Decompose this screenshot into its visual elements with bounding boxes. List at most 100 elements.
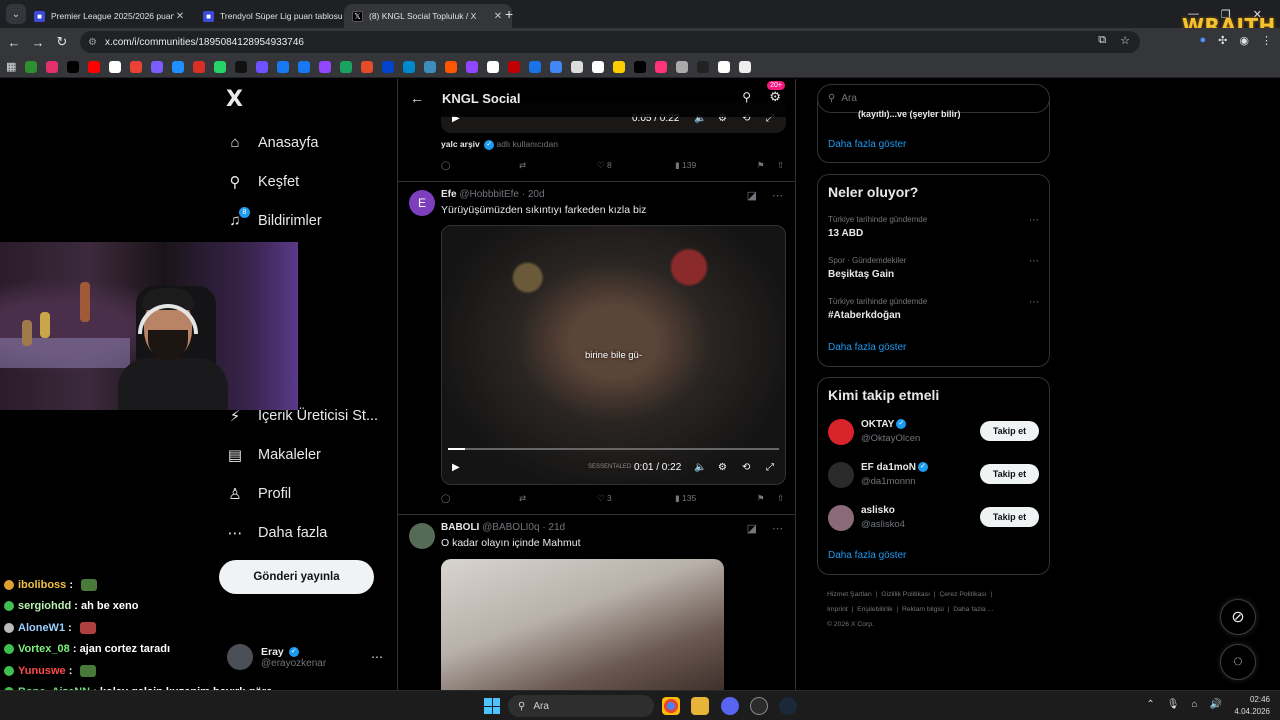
footer-link[interactable]: Çerez Politikası — [939, 591, 986, 598]
file-explorer-icon[interactable] — [691, 697, 709, 715]
video-player[interactable]: birine bile gü- ▶ SESSENTALED 0:01 / 0:2… — [441, 225, 786, 485]
sidebar-item[interactable]: ▤ Makaleler — [226, 435, 378, 474]
follow-button[interactable]: Takip et — [980, 421, 1039, 441]
trend-more-icon[interactable]: ⋯ — [1029, 297, 1039, 308]
tab-close-icon[interactable]: ✕ — [174, 11, 186, 22]
follow-button[interactable]: Takip et — [980, 464, 1039, 484]
bookmark-favicon-icon[interactable] — [172, 60, 185, 73]
extension-shield-icon[interactable]: ● — [1200, 34, 1207, 47]
repost-icon[interactable]: ⇄ — [519, 160, 597, 171]
bookmark-favicon-icon[interactable] — [214, 60, 227, 73]
steam-icon[interactable] — [779, 697, 797, 715]
footer-link[interactable]: Erişilebilirlik — [857, 606, 893, 613]
views-stat[interactable]: ▮ 139 — [675, 160, 757, 171]
chat-username[interactable]: iboliboss — [18, 579, 66, 591]
author-name[interactable]: Efe — [441, 189, 457, 200]
chat-username[interactable]: Yunuswe — [18, 665, 66, 677]
suggested-user-handle[interactable]: @da1monnn — [861, 476, 916, 487]
loop-icon[interactable]: ⟲ — [742, 462, 750, 473]
suggested-user-name[interactable]: OKTAY ✓ — [861, 419, 907, 430]
video-progress-bar[interactable] — [448, 448, 779, 450]
bookmark-favicon-icon[interactable] — [130, 60, 143, 73]
reload-icon[interactable]: ↻ — [50, 34, 74, 50]
network-icon[interactable]: ⌂ — [1192, 699, 1198, 710]
bookmark-favicon-icon[interactable] — [697, 60, 710, 73]
post-image[interactable] — [441, 559, 724, 690]
like-button[interactable]: ♡ 8 — [597, 160, 675, 171]
bookmark-favicon-icon[interactable] — [256, 60, 269, 73]
tab-close-icon[interactable]: ✕ — [492, 11, 504, 22]
bookmark-favicon-icon[interactable] — [676, 60, 689, 73]
volume-icon[interactable]: 🔊 — [1210, 699, 1222, 710]
new-tab-button[interactable]: + — [505, 6, 513, 22]
browser-tab[interactable]: ■ Trendyol Süper Lig puan tablosu ✕ — [195, 4, 363, 28]
forward-arrow-icon[interactable]: → — [26, 35, 50, 50]
bookmark-favicon-icon[interactable] — [550, 60, 563, 73]
messages-fab-icon[interactable]: ◌ — [1220, 644, 1256, 680]
chat-username[interactable]: AloneW1 — [18, 622, 65, 634]
bookmark-favicon-icon[interactable] — [151, 60, 164, 73]
bookmark-favicon-icon[interactable] — [718, 60, 731, 73]
sidebar-item[interactable]: ⌂ Anasayfa — [226, 123, 378, 162]
suggested-user-name[interactable]: aslisko — [861, 505, 895, 516]
post-more-icon[interactable]: ⋯ — [772, 522, 783, 535]
account-more-icon[interactable]: ⋯ — [371, 650, 383, 664]
trend-item[interactable]: 13 ABD — [828, 228, 863, 239]
author-name[interactable]: BABOLI — [441, 522, 479, 533]
trend-item[interactable]: #Ataberkdoğan — [828, 310, 901, 321]
bookmark-favicon-icon[interactable] — [193, 60, 206, 73]
discord-icon[interactable] — [721, 697, 739, 715]
post-age[interactable]: 20d — [528, 189, 545, 200]
trend-more-icon[interactable]: ⋯ — [1029, 215, 1039, 226]
bookmark-favicon-icon[interactable] — [508, 60, 521, 73]
avatar[interactable] — [828, 505, 854, 531]
trend-item[interactable]: Beşiktaş Gain — [828, 269, 894, 280]
bookmark-favicon-icon[interactable] — [67, 60, 80, 73]
bookmark-favicon-icon[interactable] — [46, 60, 59, 73]
footer-link[interactable]: Hizmet Şartları — [827, 591, 872, 598]
install-app-icon[interactable]: ⧉ — [1098, 34, 1106, 47]
avatar[interactable] — [828, 462, 854, 488]
avatar[interactable] — [409, 523, 435, 549]
bookmark-favicon-icon[interactable] — [298, 60, 311, 73]
bookmark-star-icon[interactable]: ☆ — [1120, 34, 1130, 47]
chat-username[interactable]: sergiohdd — [18, 600, 71, 612]
suggested-user-name[interactable]: EF da1moN ✓ — [861, 462, 929, 473]
share-icon[interactable]: ⇧ — [777, 493, 784, 504]
back-arrow-icon[interactable]: ← — [2, 35, 26, 50]
bookmark-favicon-icon[interactable] — [340, 60, 353, 73]
video-settings-icon[interactable]: ⚙ — [718, 462, 727, 473]
chrome-icon[interactable] — [662, 697, 680, 715]
footer-link[interactable]: Gizlilik Politikası — [881, 591, 930, 598]
follow-button[interactable]: Takip et — [980, 507, 1039, 527]
grok-icon[interactable]: ◪ — [747, 522, 757, 535]
volume-icon[interactable]: 🔈 — [694, 462, 706, 473]
suggested-user-handle[interactable]: @OktayOlcen — [861, 433, 920, 444]
author-handle[interactable]: @BABOLI0q — [482, 522, 539, 533]
repost-icon[interactable]: ⇄ — [519, 493, 597, 504]
taskbar-search[interactable]: ⚲ Ara — [508, 695, 654, 717]
share-icon[interactable]: ⇧ — [777, 160, 784, 171]
x-logo-icon[interactable]: X — [226, 87, 243, 112]
bookmark-icon[interactable]: ⚑ — [757, 493, 777, 504]
bookmark-favicon-icon[interactable] — [592, 60, 605, 73]
chat-username[interactable]: Vortex_08 — [18, 643, 70, 655]
bookmark-favicon-icon[interactable] — [88, 60, 101, 73]
sidebar-item[interactable]: ♫ 8 Bildirimler — [226, 201, 378, 240]
address-bar[interactable]: ⚙ x.com/i/communities/189508412895493374… — [80, 31, 1140, 53]
back-arrow-icon[interactable]: ← — [410, 90, 424, 106]
bookmark-favicon-icon[interactable] — [382, 60, 395, 73]
trend-more-icon[interactable]: ⋯ — [1029, 256, 1039, 267]
taskbar-clock[interactable]: 02:46 4.04.2026 — [1234, 694, 1270, 718]
views-stat[interactable]: ▮ 135 — [675, 493, 757, 504]
bookmark-favicon-icon[interactable] — [655, 60, 668, 73]
sidebar-item[interactable]: ♙ Profil — [226, 474, 378, 513]
avatar[interactable]: E — [409, 190, 435, 216]
bookmark-favicon-icon[interactable] — [529, 60, 542, 73]
suggested-user-handle[interactable]: @aslisko4 — [861, 519, 905, 530]
browser-tab[interactable]: ■ Premier League 2025/2026 puan ✕ — [26, 4, 194, 28]
tab-search-button[interactable]: ⌄ — [6, 4, 26, 24]
show-more-link[interactable]: Daha fazla göster — [828, 342, 906, 353]
reply-icon[interactable]: ◯ — [441, 160, 519, 171]
profile-icon[interactable]: ◉ — [1239, 34, 1249, 47]
